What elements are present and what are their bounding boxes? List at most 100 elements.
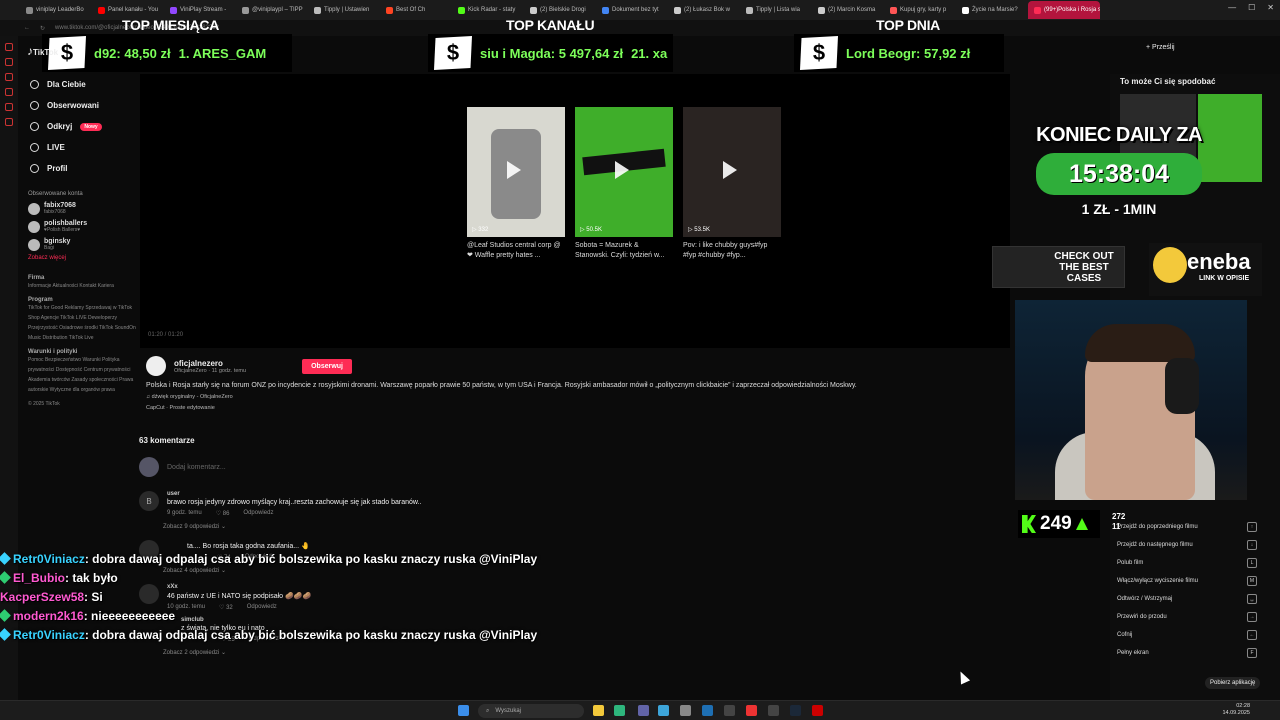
folder-icon[interactable] bbox=[593, 705, 604, 716]
nav-following[interactable]: Obserwowani bbox=[20, 95, 138, 116]
chat-badge-icon bbox=[0, 628, 11, 641]
vscode-icon[interactable] bbox=[702, 705, 713, 716]
start-icon[interactable] bbox=[458, 705, 469, 716]
shortcut-row: Polub film L bbox=[1112, 554, 1257, 572]
like-button[interactable]: ♡ 86 bbox=[216, 510, 230, 517]
nav-profile[interactable]: Profil bbox=[20, 158, 138, 179]
follow-button[interactable]: Obserwuj bbox=[302, 358, 353, 374]
headphones bbox=[1165, 358, 1199, 414]
browser-tab[interactable]: (99+)Polska i Rosja starły bbox=[1028, 1, 1100, 19]
browser-tab[interactable]: Tipply | Ustawien bbox=[308, 1, 380, 19]
tab-favicon-icon bbox=[386, 6, 393, 14]
shortcut-row: Przewiń do przodu → bbox=[1112, 608, 1257, 626]
browser-tab[interactable]: Życie na Marsie? bbox=[956, 1, 1028, 19]
see-more-link[interactable]: Zobacz więcej bbox=[20, 255, 138, 261]
top-day-banner: $ Lord Beogr: 57,92 zł bbox=[794, 34, 1004, 72]
footer-program-links[interactable]: TikTok for Good Reklamy Sprzedawaj w Tik… bbox=[20, 303, 138, 343]
sidebar-app-icon[interactable] bbox=[5, 58, 13, 66]
comment-input[interactable]: Dodaj komentarz... bbox=[167, 464, 226, 471]
nav-for-you[interactable]: Dla Ciebie bbox=[20, 74, 138, 95]
tab-label: Kupuj gry, karty p bbox=[900, 7, 947, 13]
followed-account[interactable]: bginsky Bagi bbox=[20, 238, 138, 251]
browser-tab[interactable]: @viniplaypl – TIPP bbox=[236, 1, 308, 19]
daily-subtitle: 1 ZŁ - 1MIN bbox=[1081, 201, 1157, 217]
video-caption[interactable]: @Leaf Studios central corp @❤ Waffle pre… bbox=[467, 241, 565, 261]
maximize-icon[interactable]: ☐ bbox=[1248, 3, 1255, 12]
sidebar-app-icon[interactable] bbox=[5, 73, 13, 81]
browser-tab[interactable]: viniplay LeaderBo bbox=[20, 1, 92, 19]
back-icon[interactable]: ← bbox=[24, 25, 30, 31]
search-icon: ⌕ bbox=[486, 707, 490, 714]
clock[interactable]: 02:28 14.09.2025 bbox=[1222, 703, 1250, 717]
video-card[interactable]: ▷ 332 @Leaf Studios central corp @❤ Waff… bbox=[467, 107, 565, 261]
tab-favicon-icon bbox=[890, 6, 897, 14]
browser-tab[interactable]: Best Of Ch bbox=[380, 1, 452, 19]
tab-favicon-icon bbox=[962, 6, 969, 14]
home-icon bbox=[30, 80, 39, 89]
browser-tab[interactable]: Dokument bez tyt bbox=[596, 1, 668, 19]
tab-favicon-icon bbox=[674, 6, 681, 14]
reload-icon[interactable]: ↻ bbox=[40, 25, 45, 32]
tab-favicon-icon bbox=[602, 6, 609, 14]
sound-link[interactable]: ♫ dźwięk oryginalny - OficjalneZero bbox=[146, 394, 1006, 400]
edge-icon[interactable] bbox=[614, 705, 625, 716]
upload-button[interactable]: + Prześlij bbox=[1146, 44, 1175, 51]
browser-tab[interactable]: (2) Marcin Kosma bbox=[812, 1, 884, 19]
video-thumbnail[interactable]: ▷ 53.5K bbox=[683, 107, 781, 237]
sidebar-app-icon[interactable] bbox=[5, 88, 13, 96]
keyboard-shortcuts: Przejdź do poprzedniego filmu ↑ Przejdź d… bbox=[1112, 518, 1257, 662]
tab-favicon-icon bbox=[746, 6, 753, 14]
avatar bbox=[28, 220, 40, 233]
chat-message: Retr0Viniacz: dobra dawaj odpalaj csa ab… bbox=[0, 626, 537, 645]
video-caption[interactable]: Sobota = Mazurek & Stanowski. Czyli: tyd… bbox=[575, 241, 673, 261]
shortcut-row: Odtwórz / Wstrzymaj ␣ bbox=[1112, 590, 1257, 608]
minimize-icon[interactable]: — bbox=[1228, 3, 1236, 12]
sidebar-app-icon[interactable] bbox=[5, 103, 13, 111]
video-thumbnail[interactable]: ▷ 50.5K bbox=[575, 107, 673, 237]
tab-favicon-icon bbox=[26, 6, 33, 14]
author-name[interactable]: oficjalnezero bbox=[174, 359, 246, 368]
avatar bbox=[28, 238, 40, 251]
footer-terms-links[interactable]: Pomoc Bezpieczeństwo Warunki Polityka pr… bbox=[20, 355, 138, 395]
app-icon[interactable] bbox=[658, 705, 669, 716]
nav-live[interactable]: LIVE bbox=[20, 137, 138, 158]
followed-account[interactable]: fabix7068 fabix7068 bbox=[20, 202, 138, 215]
get-app-button[interactable]: Pobierz aplikację bbox=[1205, 677, 1261, 689]
author-avatar[interactable] bbox=[146, 356, 166, 376]
shortcut-row: Cofnij ← bbox=[1112, 626, 1257, 644]
time-display: 01:20 / 01:20 bbox=[148, 332, 184, 338]
video-card[interactable]: ▷ 50.5K Sobota = Mazurek & Stanowski. Cz… bbox=[575, 107, 673, 261]
opera-icon[interactable] bbox=[746, 705, 757, 716]
sidebar-app-icon[interactable] bbox=[5, 118, 13, 126]
tab-favicon-icon bbox=[818, 6, 825, 14]
view-replies[interactable]: Zobacz 9 odpowiedzi ⌄ bbox=[139, 523, 599, 530]
app-icon[interactable] bbox=[680, 705, 691, 716]
capcut-link[interactable]: CapCut · Proste edytowanie bbox=[146, 405, 1006, 411]
tab-favicon-icon bbox=[242, 6, 249, 14]
new-badge: Nowy bbox=[80, 122, 102, 131]
shortcut-row: Przejdź do następnego filmu ↓ bbox=[1112, 536, 1257, 554]
app-icon[interactable] bbox=[724, 705, 735, 716]
video-thumbnail[interactable]: ▷ 332 bbox=[467, 107, 565, 237]
app-icon[interactable] bbox=[812, 705, 823, 716]
nav-explore[interactable]: Odkryj Nowy bbox=[20, 116, 138, 137]
tab-favicon-icon bbox=[530, 6, 537, 14]
steam-icon[interactable] bbox=[790, 705, 801, 716]
close-icon[interactable]: ✕ bbox=[1267, 3, 1274, 12]
tiktok-logo[interactable]: ♪TikTok bbox=[27, 44, 58, 58]
teams-icon[interactable] bbox=[638, 705, 649, 716]
taskbar-search[interactable]: ⌕ Wyszukaj bbox=[478, 704, 584, 718]
app-icon[interactable] bbox=[768, 705, 779, 716]
window-controls: — ☐ ✕ bbox=[1228, 3, 1274, 12]
dollar-icon: $ bbox=[434, 36, 472, 70]
followed-account[interactable]: polishballers ♥Polish Ballers♥ bbox=[20, 220, 138, 233]
view-replies[interactable]: Zobacz 2 odpowiedzi ⌄ bbox=[139, 649, 599, 656]
footer-company-links[interactable]: Informacje Aktualności Kontakt Kariera bbox=[20, 281, 138, 291]
reply-button[interactable]: Odpowiedz bbox=[243, 510, 273, 517]
video-caption[interactable]: Pov: i like chubby guys#fyp #fyp #chubby… bbox=[683, 241, 781, 261]
video-card[interactable]: ▷ 53.5K Pov: i like chubby guys#fyp #fyp… bbox=[683, 107, 781, 261]
tab-label: Dokument bez tyt bbox=[612, 7, 659, 13]
browser-tab[interactable]: Tipply | Lista wia bbox=[740, 1, 812, 19]
sidebar-app-icon[interactable] bbox=[5, 43, 13, 51]
browser-tab[interactable]: (2) Łukasz Bok w bbox=[668, 1, 740, 19]
